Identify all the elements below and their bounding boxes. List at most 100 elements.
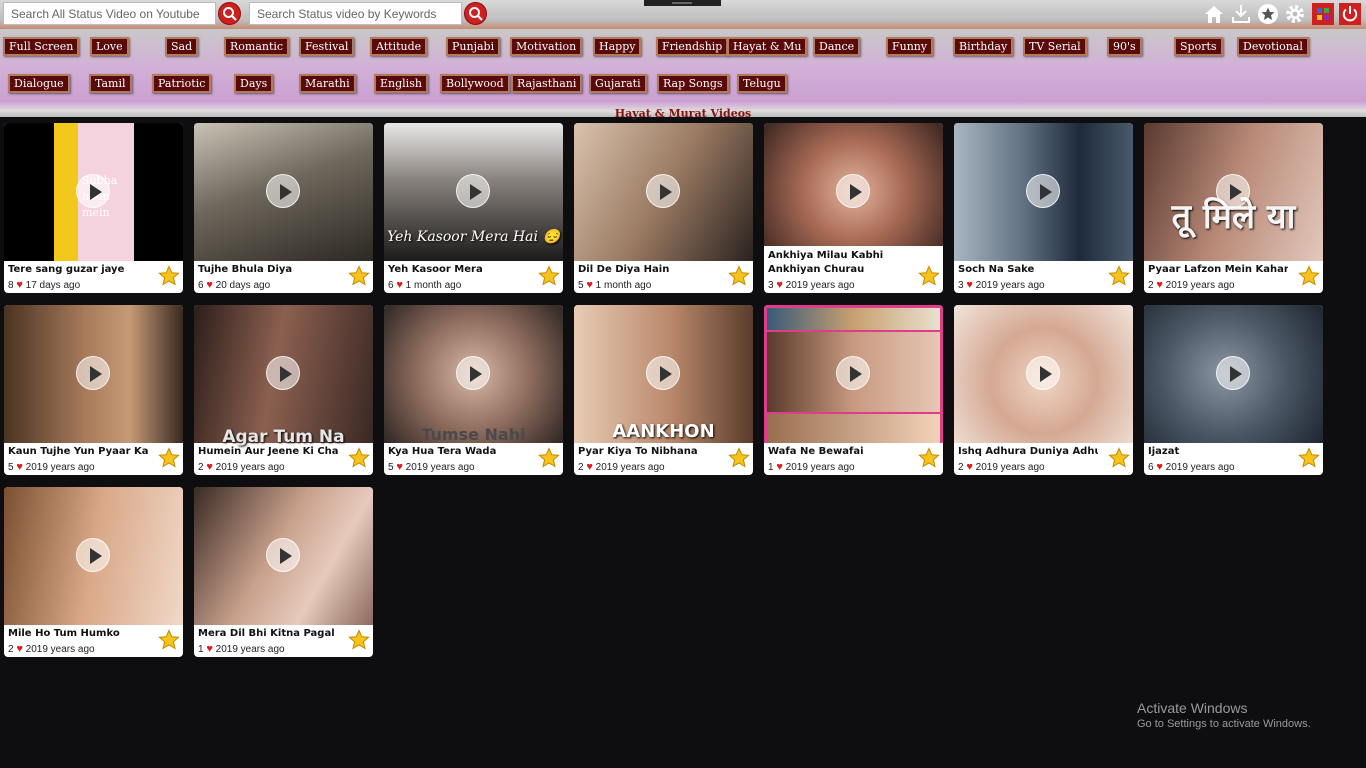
play-icon[interactable] [1216, 174, 1250, 208]
play-icon[interactable] [266, 356, 300, 390]
play-icon[interactable] [646, 356, 680, 390]
video-title[interactable]: Dil De Diya Hain [578, 264, 718, 275]
youtube-search-input[interactable]: Search All Status Video on Youtube [3, 2, 216, 25]
video-card[interactable]: Ijazat 6 ♥ 2019 years ago [1144, 305, 1323, 475]
video-card[interactable]: Tumse Nahi Kya Hua Tera Wada 5 ♥ 2019 ye… [384, 305, 563, 475]
gear-icon[interactable] [1284, 3, 1306, 25]
favorite-star-icon[interactable] [918, 265, 940, 287]
video-card[interactable]: Mile Ho Tum Humko 2 ♥ 2019 years ago [4, 487, 183, 657]
favorite-star-icon[interactable] [918, 447, 940, 469]
home-icon[interactable] [1203, 3, 1225, 25]
category-rap-songs[interactable]: Rap Songs [657, 74, 729, 93]
play-icon[interactable] [646, 174, 680, 208]
play-icon[interactable] [836, 174, 870, 208]
play-icon[interactable] [76, 174, 110, 208]
favorite-star-icon[interactable] [1298, 265, 1320, 287]
apps-icon[interactable] [1312, 3, 1334, 25]
window-drag-handle[interactable] [644, 0, 721, 6]
video-card[interactable]: Mera Dil Bhi Kitna Pagal Hai 1 ♥ 2019 ye… [194, 487, 373, 657]
favorite-star-icon[interactable] [1108, 447, 1130, 469]
video-card[interactable]: AANKHON Pyar Kiya To Nibhana 2 ♥ 2019 ye… [574, 305, 753, 475]
video-title[interactable]: Tujhe Bhula Diya [198, 264, 338, 275]
favorite-star-icon[interactable] [158, 629, 180, 651]
play-icon[interactable] [836, 356, 870, 390]
favorite-star-icon[interactable] [158, 265, 180, 287]
play-icon[interactable] [266, 538, 300, 572]
category-festival[interactable]: Festival [299, 37, 355, 56]
category-punjabi[interactable]: Punjabi [446, 37, 501, 56]
play-icon[interactable] [456, 356, 490, 390]
category-sad[interactable]: Sad [165, 37, 199, 56]
category-happy[interactable]: Happy [593, 37, 642, 56]
category-90s[interactable]: 90's [1107, 37, 1142, 56]
play-icon[interactable] [1026, 174, 1060, 208]
video-title[interactable]: Ijazat [1148, 446, 1288, 457]
category-love[interactable]: Love [90, 37, 129, 56]
favorite-star-icon[interactable] [348, 447, 370, 469]
video-title[interactable]: Wafa Ne Bewafai [768, 446, 908, 457]
video-card[interactable]: Soch Na Sake 3 ♥ 2019 years ago [954, 123, 1133, 293]
youtube-search-button[interactable] [218, 2, 241, 25]
video-card[interactable]: Ishq Adhura Duniya Adhuri 2 ♥ 2019 years… [954, 305, 1133, 475]
video-card[interactable]: Yeh Kasoor Mera Hai 😔 Yeh Kasoor Mera 6 … [384, 123, 563, 293]
favorite-star-icon[interactable] [538, 447, 560, 469]
video-title[interactable]: Tere sang guzar jaye [8, 264, 148, 275]
play-icon[interactable] [1026, 356, 1060, 390]
play-icon[interactable] [76, 538, 110, 572]
category-telugu[interactable]: Telugu [737, 74, 787, 93]
video-card[interactable]: Tujhe Bhula Diya 6 ♥ 20 days ago [194, 123, 373, 293]
category-tamil[interactable]: Tamil [89, 74, 132, 93]
video-card[interactable]: Kaun Tujhe Yun Pyaar Karega 5 ♥ 2019 yea… [4, 305, 183, 475]
video-title[interactable]: Kya Hua Tera Wada [388, 446, 528, 457]
play-icon[interactable] [266, 174, 300, 208]
play-icon[interactable] [1216, 356, 1250, 390]
category-devotional[interactable]: Devotional [1237, 37, 1309, 56]
favorite-star-icon[interactable] [728, 265, 750, 287]
category-sports[interactable]: Sports [1174, 37, 1223, 56]
category-full-screen[interactable]: Full Screen [3, 37, 80, 56]
video-title[interactable]: Ishq Adhura Duniya Adhuri [958, 446, 1098, 457]
favorite-star-icon[interactable] [348, 265, 370, 287]
category-tv-serial[interactable]: TV Serial [1023, 37, 1087, 56]
play-icon[interactable] [76, 356, 110, 390]
video-title[interactable]: Ankhiya Milau Kabhi Ankhiyan Churau [768, 249, 908, 277]
keyword-search-button[interactable] [464, 2, 487, 25]
video-title[interactable]: Mera Dil Bhi Kitna Pagal Hai [198, 628, 338, 639]
video-title[interactable]: Pyaar Lafzon Mein Kahan [1148, 264, 1288, 275]
video-title[interactable]: Mile Ho Tum Humko [8, 628, 148, 639]
favorite-star-icon[interactable] [538, 265, 560, 287]
category-patriotic[interactable]: Patriotic [152, 74, 212, 93]
category-friendship[interactable]: Friendship [656, 37, 729, 56]
category-attitude[interactable]: Attitude [370, 37, 428, 56]
favorite-star-icon[interactable] [728, 447, 750, 469]
category-days[interactable]: Days [234, 74, 274, 93]
video-card[interactable]: Ankhiya Milau Kabhi Ankhiyan Churau 3 ♥ … [764, 123, 943, 293]
category-marathi[interactable]: Marathi [299, 74, 356, 93]
video-card[interactable]: Subha hoon mein Tere sang guzar jaye 8 ♥… [4, 123, 183, 293]
category-funny[interactable]: Funny [886, 37, 934, 56]
play-icon[interactable] [456, 174, 490, 208]
category-birthday[interactable]: Birthday [953, 37, 1014, 56]
video-card[interactable]: Agar Tum Na Humein Aur Jeene Ki Chahat 2… [194, 305, 373, 475]
category-rajasthani[interactable]: Rajasthani [511, 74, 583, 93]
favorite-star-icon[interactable] [1298, 447, 1320, 469]
download-icon[interactable] [1230, 3, 1252, 25]
favorites-icon[interactable] [1257, 3, 1279, 25]
favorite-star-icon[interactable] [348, 629, 370, 651]
category-gujarati[interactable]: Gujarati [589, 74, 647, 93]
favorite-star-icon[interactable] [158, 447, 180, 469]
video-title[interactable]: Kaun Tujhe Yun Pyaar Karega [8, 446, 148, 457]
category-english[interactable]: English [374, 74, 428, 93]
power-icon[interactable] [1339, 3, 1361, 25]
video-title[interactable]: Pyar Kiya To Nibhana [578, 446, 718, 457]
category-dialogue[interactable]: Dialogue [8, 74, 70, 93]
category-dance[interactable]: Dance [813, 37, 861, 56]
category-romantic[interactable]: Romantic [224, 37, 290, 56]
video-card[interactable]: तू मिले या Pyaar Lafzon Mein Kahan 2 ♥ 2… [1144, 123, 1323, 293]
favorite-star-icon[interactable] [1108, 265, 1130, 287]
category-motivation[interactable]: Motivation [510, 37, 583, 56]
keyword-search-input[interactable]: Search Status video by Keywords [249, 2, 462, 25]
video-title[interactable]: Soch Na Sake [958, 264, 1098, 275]
video-title[interactable]: Humein Aur Jeene Ki Chahat [198, 446, 338, 457]
video-card[interactable]: Wafa Ne Bewafai 1 ♥ 2019 years ago [764, 305, 943, 475]
